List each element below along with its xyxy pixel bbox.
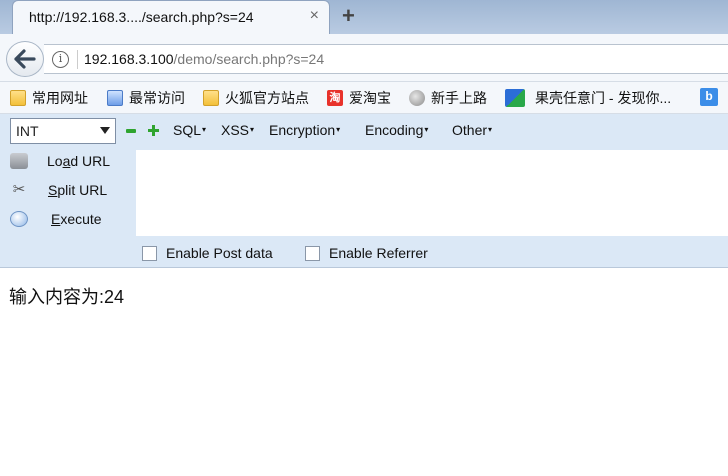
tab-close-icon[interactable]: × (310, 7, 319, 25)
menu-label: SQL (173, 122, 202, 138)
split-url-button[interactable]: ✂ Split URL (0, 177, 134, 203)
folder-icon (203, 90, 219, 106)
caret-icon: ▾ (336, 125, 341, 134)
bookmark-changyong[interactable]: 常用网址 (10, 88, 88, 108)
url-path: /demo/search.php?s=24 (173, 51, 325, 67)
checkbox-box[interactable] (305, 245, 320, 261)
checkbox-label: Enable Referrer (329, 245, 428, 261)
bookmark-zuichang[interactable]: 最常访问 (107, 88, 185, 108)
page-output-text: 输入内容为:24 (9, 287, 125, 307)
site-info-icon[interactable]: i (52, 51, 69, 68)
tab-strip: http://192.168.3..../search.php?s=24 × + (0, 0, 728, 34)
menu-encryption[interactable]: Encryption▾ (269, 122, 340, 138)
caret-icon: ▾ (424, 125, 429, 134)
new-tab-button[interactable]: + (342, 3, 355, 29)
bookmark-huohu[interactable]: 火狐官方站点 (203, 88, 309, 108)
load-url-icon (10, 153, 28, 169)
b-icon: b (700, 88, 718, 106)
ie-icon (107, 90, 123, 106)
decrease-icon[interactable] (126, 129, 136, 133)
bookmark-label: 最常访问 (129, 90, 185, 106)
taobao-icon: 淘 (327, 90, 343, 106)
caret-icon: ▾ (202, 125, 207, 134)
folder-icon (10, 90, 26, 106)
enable-referrer-checkbox[interactable]: Enable Referrer (305, 245, 428, 261)
encoding-select[interactable]: INT (10, 118, 116, 144)
bookmark-label: 火狐官方站点 (225, 90, 309, 106)
menu-xss[interactable]: XSS▾ (221, 122, 254, 138)
bookmark-b[interactable]: b (700, 88, 724, 106)
select-value: INT (16, 123, 39, 139)
guoke-icon (505, 89, 525, 107)
url-host: 192.168.3.100 (84, 51, 174, 67)
bookmarks-bar: 常用网址 最常访问 火狐官方站点 淘 爱淘宝 新手上路 果壳任意门 - 发现你.… (0, 82, 728, 114)
hackbar-panel: INT SQL▾ XSS▾ Encryption▾ Encoding▾ Othe… (0, 114, 728, 268)
execute-button[interactable]: Execute (0, 206, 134, 232)
action-label: Split URL (48, 182, 108, 198)
bookmark-label: 爱淘宝 (349, 90, 391, 106)
increase-icon[interactable] (148, 125, 159, 136)
action-label: Execute (51, 211, 102, 227)
url-textarea[interactable] (136, 150, 728, 236)
url-separator (77, 50, 78, 69)
action-label: Load URL (47, 153, 111, 169)
url-bar[interactable]: i 192.168.3.100/demo/search.php?s=24 (44, 44, 728, 74)
enable-post-data-checkbox[interactable]: Enable Post data (142, 245, 273, 261)
menu-encoding[interactable]: Encoding▾ (365, 122, 428, 138)
globe-icon (409, 90, 425, 106)
dropdown-arrow-icon (100, 127, 110, 134)
menu-label: Encoding (365, 122, 424, 138)
back-button[interactable] (6, 41, 44, 77)
bookmark-label: 常用网址 (32, 90, 88, 106)
bookmark-guoke[interactable]: 果壳任意门 - 发现你... (505, 88, 671, 108)
browser-tab[interactable]: http://192.168.3..../search.php?s=24 × (12, 0, 330, 34)
load-url-button[interactable]: Load URL (0, 148, 134, 174)
menu-label: Other (452, 122, 488, 138)
menu-sql[interactable]: SQL▾ (173, 122, 206, 138)
bookmark-aitaobao[interactable]: 淘 爱淘宝 (327, 88, 391, 108)
navigation-bar: i 192.168.3.100/demo/search.php?s=24 (0, 34, 728, 82)
tab-title: http://192.168.3..../search.php?s=24 (29, 9, 254, 25)
back-arrow-icon (14, 49, 36, 69)
checkbox-box[interactable] (142, 245, 157, 261)
bookmark-label: 果壳任意门 - 发现你... (535, 90, 672, 106)
menu-label: XSS (221, 122, 250, 138)
menu-label: Encryption (269, 122, 336, 138)
execute-icon (10, 211, 28, 227)
menu-other[interactable]: Other▾ (452, 122, 492, 138)
caret-icon: ▾ (488, 125, 493, 134)
url-text[interactable]: 192.168.3.100/demo/search.php?s=24 (84, 51, 324, 67)
checkbox-label: Enable Post data (166, 245, 273, 261)
bookmark-label: 新手上路 (431, 90, 487, 106)
scissors-icon: ✂ (12, 181, 26, 198)
bookmark-xinshou[interactable]: 新手上路 (409, 88, 487, 108)
caret-icon: ▾ (250, 125, 255, 134)
